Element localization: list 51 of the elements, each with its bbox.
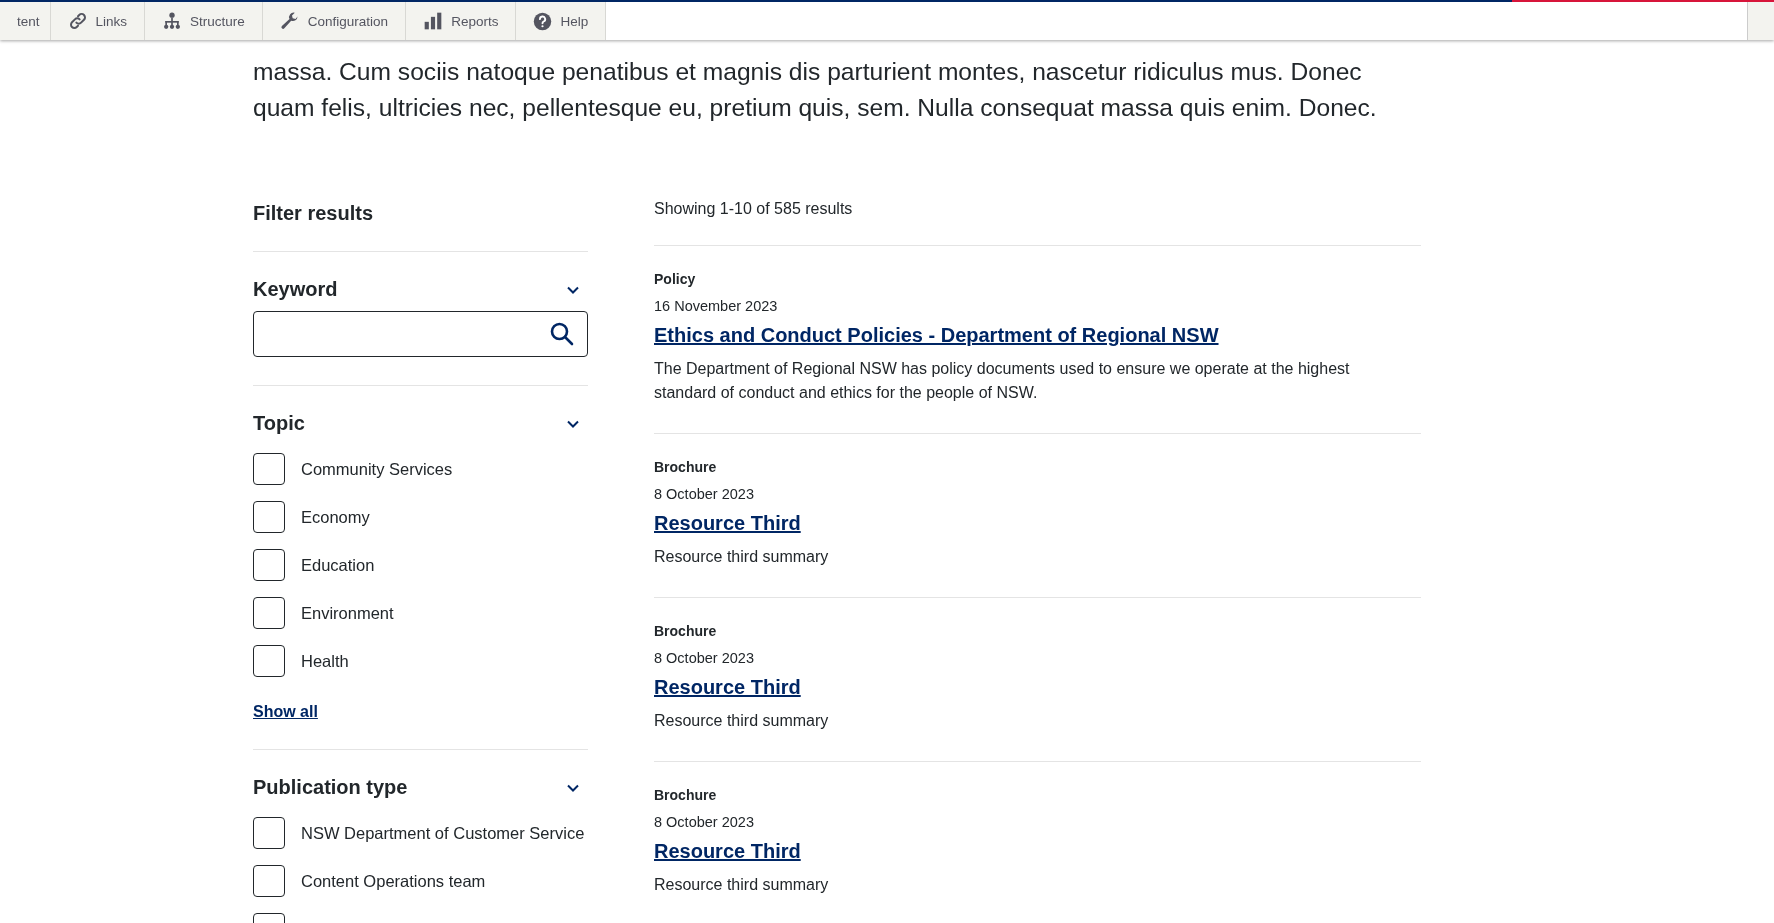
filter-heading[interactable]: Topic (253, 412, 588, 435)
checkbox[interactable] (253, 549, 285, 581)
result-date: 8 October 2023 (654, 814, 755, 830)
result-summary: Resource third summary (654, 711, 830, 731)
checkbox-label[interactable]: Education (301, 555, 375, 575)
toolbar-end-panel (1747, 2, 1774, 40)
filter-title: Filter results (253, 202, 588, 252)
toolbar-item[interactable]: Reports (406, 2, 517, 40)
result-type: Policy (654, 271, 697, 287)
checkbox-label[interactable]: Environment (301, 603, 394, 623)
link-icon (67, 11, 88, 31)
checkbox-label[interactable]: Health (301, 651, 349, 671)
intro-paragraph: massa. Cum sociis natoque penatibus et magnis dis parturient montes, nascetur ridiculus mus. Donec quam felis, ultricies nec, pellentesque eu, pretium quis, sem. Nulla consequat massa quis enim. Donec. (253, 57, 1378, 123)
result-summary: Resource third summary (654, 547, 830, 567)
wrench-icon (279, 11, 300, 31)
toolbar-item[interactable]: tent (0, 2, 51, 40)
toolbar-item[interactable]: Configuration (262, 2, 407, 40)
toolbar-item[interactable]: Structure (145, 2, 263, 40)
filter-heading[interactable]: Publication type (253, 776, 588, 799)
keyword-search-field[interactable] (253, 311, 588, 357)
checkbox[interactable] (253, 817, 285, 849)
result-title-link[interactable]: Resource Third (654, 512, 801, 535)
checkbox[interactable] (253, 597, 285, 629)
result-date: 8 October 2023 (654, 650, 755, 666)
checkbox[interactable] (253, 865, 285, 897)
hierarchy-icon (162, 11, 183, 31)
checkbox[interactable] (253, 453, 285, 485)
result-date: 8 October 2023 (654, 486, 755, 502)
checkbox-label[interactable]: Content Operations team (301, 871, 486, 891)
result-summary: Resource third summary (654, 875, 830, 895)
result-summary: The Department of Regional NSW has policy documents used to ensure we operate at the highest standard of conduct and ethics for the people of NSW. (654, 359, 1351, 403)
result-type: Brochure (654, 787, 718, 803)
result-title-link[interactable]: Resource Third (654, 840, 801, 863)
checkbox[interactable] (253, 645, 285, 677)
bar-chart-icon (423, 11, 444, 31)
toolbar-item[interactable]: Links (50, 2, 146, 40)
checkbox-label[interactable]: Economy (301, 507, 370, 527)
filter-heading[interactable]: Keyword (253, 278, 588, 301)
result-title-link[interactable]: Resource Third (654, 676, 801, 699)
checkbox-label[interactable]: NSW Department of Customer Service (301, 823, 585, 843)
results-count: Showing 1-10 of 585 results (654, 200, 1421, 246)
checkbox[interactable] (253, 501, 285, 533)
show-all-link[interactable]: Show all (253, 703, 318, 721)
result-type: Brochure (654, 459, 718, 475)
result-title-link[interactable]: Ethics and Conduct Policies - Department of Regional NSW (654, 324, 1219, 347)
toolbar-item[interactable]: Help (516, 2, 607, 40)
help-icon (533, 11, 553, 31)
search-icon[interactable] (549, 321, 575, 347)
result-type: Brochure (654, 623, 718, 639)
checkbox-label[interactable]: Community Services (301, 459, 453, 479)
result-date: 16 November 2023 (654, 298, 779, 314)
